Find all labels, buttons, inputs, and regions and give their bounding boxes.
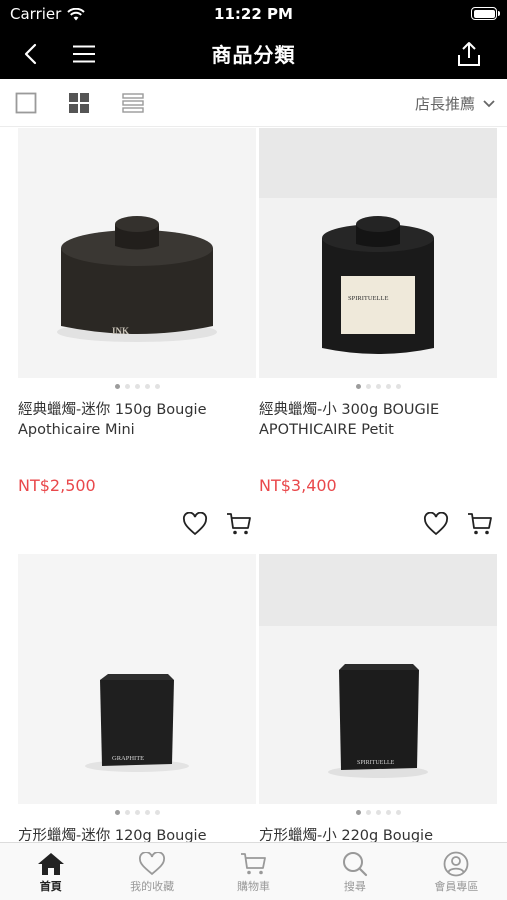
heart-icon [139,852,166,876]
nav-bar: 商品分類 [0,28,507,79]
add-to-cart-button[interactable] [467,512,493,536]
candle-label: GRAPHITE [112,755,144,762]
product-price: NT$3,400 [259,476,337,495]
cart-icon [240,853,266,875]
tab-label: 我的收藏 [130,880,175,893]
view-single-button[interactable] [14,91,38,115]
user-icon [443,851,469,877]
list-icon [122,93,144,113]
cart-icon [227,513,251,535]
favorite-button[interactable] [423,512,449,536]
heart-icon [424,512,448,536]
product-image[interactable]: SPIRITUELLE [259,128,497,378]
favorite-button[interactable] [182,512,208,536]
product-image[interactable]: GRAPHITE [18,554,256,804]
search-icon [342,852,368,877]
image-pagination [259,384,497,389]
cart-icon [468,513,492,535]
product-image[interactable]: INK [18,128,256,378]
square-icon [15,92,37,114]
view-toolbar: 店長推薦 [0,79,507,127]
candle-label: INK [112,326,129,336]
battery-icon [471,7,500,20]
candle-label: SPIRITUELLE [348,295,388,302]
image-pagination [18,810,256,815]
sort-label: 店長推薦 [414,95,475,113]
product-name[interactable]: 經典蠟燭-迷你 150g Bougie Apothicaire Mini [18,400,256,440]
tab-favorites[interactable]: 我的收藏 [101,843,202,900]
tab-label: 首頁 [39,880,62,893]
add-to-cart-button[interactable] [226,512,252,536]
status-bar: Carrier 11:22 PM [0,0,507,28]
product-name[interactable]: 經典蠟燭-小 300g BOUGIE APOTHICAIRE Petit [259,400,497,440]
tab-member[interactable]: 會員專區 [406,843,507,900]
tab-label: 搜尋 [343,880,366,893]
view-list-button[interactable] [121,91,145,115]
tab-label: 購物車 [237,880,271,893]
product-price: NT$2,500 [18,476,96,495]
tab-bar: 首頁 我的收藏 購物車 搜尋 會員專區 [0,842,507,900]
tab-label: 會員專區 [434,880,479,893]
page-title: 商品分類 [211,43,296,67]
product-name[interactable]: 方形蠟燭-小 220g Bougie [259,826,497,842]
tab-search[interactable]: 搜尋 [304,843,405,900]
home-icon [37,853,64,875]
product-image[interactable]: SPIRITUELLE [259,554,497,804]
tab-cart[interactable]: 購物車 [203,843,304,900]
image-pagination [18,384,256,389]
chevron-down-icon [483,99,495,107]
clock: 11:22 PM [214,5,293,23]
product-grid: INK 經典蠟燭-迷你 150g Bougie Apothicaire Mini… [0,128,507,842]
view-grid-button[interactable] [67,91,91,115]
share-button[interactable] [451,36,487,72]
tab-home[interactable]: 首頁 [0,843,101,900]
sort-dropdown[interactable]: 店長推薦 [415,93,495,114]
product-name[interactable]: 方形蠟燭-迷你 120g Bougie [18,826,256,842]
grid-icon [69,93,89,113]
candle-label: SPIRITUELLE [357,760,395,766]
image-pagination [259,810,497,815]
share-icon [458,42,480,66]
heart-icon [183,512,207,536]
